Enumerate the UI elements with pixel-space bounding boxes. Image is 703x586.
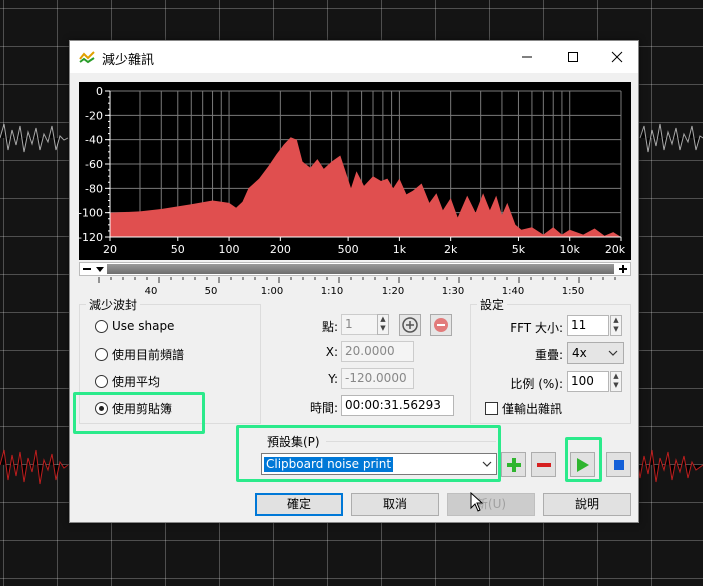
ratio-spinner[interactable]: ▲ ▼ [610, 371, 622, 392]
time-field[interactable]: 00:00:31.56293 [341, 395, 454, 416]
spectrum-plot[interactable]: 0 -20 -40 -60 -80 -100 -120 20 50 100 20… [78, 82, 631, 260]
x-tick-label: 20k [605, 243, 626, 256]
y-tick-label: 0 [96, 85, 103, 98]
help-button[interactable]: 說明 [543, 493, 631, 516]
new-button[interactable]: 新(U) [447, 493, 535, 516]
minimize-button[interactable] [504, 41, 550, 73]
chevron-down-icon [608, 350, 618, 356]
window-title: 減少雜訊 [102, 53, 155, 68]
fft-size-label: FFT 大小: [510, 321, 563, 335]
x-tick-label: 2k [444, 243, 458, 256]
app-icon [79, 51, 95, 64]
group-title: 減少波封 [86, 296, 141, 313]
triangle-down-icon [96, 267, 104, 272]
highlight-play-button [565, 437, 602, 482]
mouse-cursor-icon [470, 492, 484, 512]
zoom-out-button[interactable] [81, 263, 93, 275]
point-index-field[interactable]: 1 [341, 314, 378, 335]
timeline-ruler: 40 50 1:00 1:10 1:20 1:30 1:40 1:50 [79, 277, 631, 297]
ratio-label: 比例 (%): [510, 377, 563, 391]
y-label: Y: [328, 372, 338, 386]
overlap-label: 重疊: [534, 348, 563, 362]
noise-only-label: 僅輸出雜訊 [502, 402, 563, 416]
add-point-button[interactable] [399, 314, 421, 336]
overlap-select[interactable]: 4x [567, 342, 624, 364]
timeline-label: 1:50 [562, 286, 584, 297]
timeline-label: 50 [205, 286, 218, 297]
y-tick-label: -20 [85, 109, 103, 122]
add-preset-button[interactable] [501, 452, 526, 477]
fft-size-field[interactable]: 11 [567, 315, 609, 336]
x-tick-label: 500 [338, 243, 359, 256]
noise-spectrum-area [110, 137, 621, 237]
stop-icon [613, 459, 624, 470]
radio-button[interactable] [95, 375, 108, 388]
x-tick-label: 200 [270, 243, 291, 256]
remove-preset-button[interactable] [531, 452, 556, 477]
green-plus-icon [506, 457, 521, 472]
settings-group: 設定 FFT 大小: 11 ▲ ▼ 重疊: 4x 比例 (%): 100 ▲ ▼ 僅… [470, 296, 631, 424]
point-index-spinner[interactable]: ▲ ▼ [377, 314, 389, 335]
zoom-in-button[interactable] [617, 263, 629, 275]
y-tick-label: -80 [85, 182, 103, 195]
x-tick-label: 20 [103, 243, 117, 256]
point-label: 點: [321, 320, 338, 334]
ok-button[interactable]: 確定 [255, 493, 343, 516]
overlap-value: 4x [572, 346, 587, 360]
radio-use-shape[interactable]: Use shape [95, 319, 174, 333]
y-tick-label: -120 [79, 231, 103, 244]
y-tick-label: -60 [85, 158, 103, 171]
noise-only-checkbox-row[interactable]: 僅輸出雜訊 [485, 400, 562, 417]
radio-button[interactable] [95, 348, 108, 361]
zoom-scrollbar[interactable] [79, 262, 631, 276]
x-tick-label: 50 [171, 243, 185, 256]
close-icon [611, 51, 623, 63]
highlight-clipboard-option [73, 392, 205, 434]
minus-circle-icon [434, 318, 448, 332]
x-tick-label: 5k [512, 243, 526, 256]
maximize-button[interactable] [550, 41, 596, 73]
timeline-label: 1:10 [321, 286, 343, 297]
plus-icon [619, 265, 627, 273]
group-title: 設定 [477, 296, 508, 313]
highlight-presets [236, 425, 501, 482]
minimize-icon [522, 56, 532, 58]
minus-icon [83, 268, 91, 270]
timeline-label: 1:20 [382, 286, 404, 297]
fft-size-spinner[interactable]: ▲ ▼ [610, 315, 622, 336]
x-label: X: [325, 345, 338, 359]
timeline-label: 1:00 [261, 286, 283, 297]
scroll-dropdown-button[interactable] [94, 263, 106, 275]
y-tick-label: -40 [85, 134, 103, 147]
radio-use-average[interactable]: 使用平均 [95, 373, 160, 390]
x-tick-label: 10k [560, 243, 581, 256]
plus-circle-icon [402, 317, 418, 333]
scroll-track[interactable] [107, 264, 614, 274]
preview-stop-button[interactable] [606, 452, 631, 477]
x-tick-label: 1k [393, 243, 407, 256]
x-value-field[interactable]: 20.0000 [341, 341, 414, 362]
delete-point-button[interactable] [430, 314, 452, 336]
ratio-field[interactable]: 100 [567, 371, 609, 392]
red-minus-icon [536, 462, 551, 467]
timeline-label: 40 [145, 286, 158, 297]
radio-use-current-spectrum[interactable]: 使用目前頻譜 [95, 346, 184, 363]
timeline-label: 1:30 [442, 286, 464, 297]
radio-label: Use shape [112, 319, 175, 333]
y-value-field[interactable]: -120.0000 [341, 368, 414, 389]
close-button[interactable] [594, 41, 640, 73]
cancel-button[interactable]: 取消 [351, 493, 439, 516]
radio-button[interactable] [95, 319, 108, 333]
radio-label: 使用目前頻譜 [112, 348, 185, 362]
x-tick-label: 100 [219, 243, 240, 256]
time-label: 時間: [309, 401, 338, 415]
y-tick-label: -100 [79, 207, 103, 220]
title-bar[interactable]: 減少雜訊 [70, 41, 638, 73]
radio-label: 使用平均 [112, 375, 161, 389]
spectrum-graph[interactable]: 0 -20 -40 -60 -80 -100 -120 20 50 100 20… [78, 82, 631, 260]
noise-only-checkbox[interactable] [485, 402, 498, 415]
maximize-icon [568, 52, 578, 62]
